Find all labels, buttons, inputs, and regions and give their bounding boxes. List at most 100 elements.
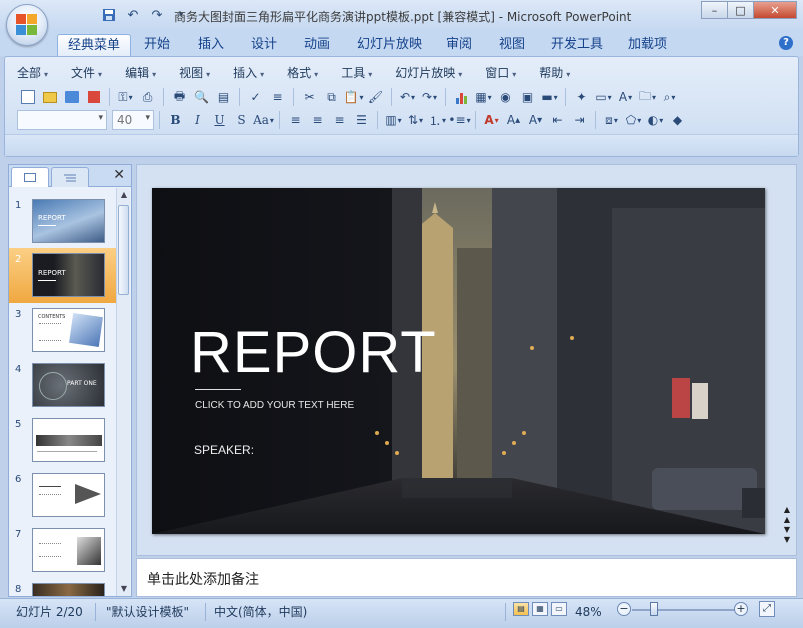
redo-icon[interactable]: ↷ (419, 87, 440, 107)
next-slide-icon[interactable]: ▼ ▼ (780, 525, 794, 545)
menu-view[interactable]: 视图 ▾ (179, 64, 210, 81)
columns-icon[interactable]: ▥ (383, 110, 404, 130)
slide-thumbnail[interactable]: 1 REPORT (9, 194, 117, 249)
maximize-button[interactable]: □ (727, 1, 754, 19)
shadow-icon[interactable]: S (231, 110, 252, 130)
align-right-icon[interactable]: ≡ (329, 110, 350, 130)
tab-animation[interactable]: 动画 (294, 34, 340, 56)
picture-icon[interactable]: ▣ (517, 87, 538, 107)
format-painter-icon[interactable]: 🖌 (365, 87, 386, 107)
justify-icon[interactable]: ☰ (351, 110, 372, 130)
tab-view[interactable]: 视图 (489, 34, 535, 56)
layout-icon[interactable]: ▭ (593, 87, 614, 107)
close-button[interactable]: ✕ (753, 1, 797, 19)
tab-insert[interactable]: 插入 (188, 34, 234, 56)
chart-icon[interactable] (451, 87, 472, 107)
tab-slides[interactable] (11, 167, 49, 187)
menu-file[interactable]: 文件 ▾ (71, 64, 102, 81)
increase-indent-icon[interactable]: ⇥ (569, 110, 590, 130)
scroll-thumb[interactable] (118, 205, 129, 295)
cut-icon[interactable]: ✂ (299, 87, 320, 107)
slide-thumbnail[interactable]: 8 (9, 578, 117, 596)
slide-canvas[interactable]: REPORT CLICK TO ADD YOUR TEXT HERE SPEAK… (152, 188, 765, 534)
fill-color-icon[interactable]: ▬ (539, 87, 560, 107)
arrange-icon[interactable]: ⧈ (601, 110, 622, 130)
slide-subtitle[interactable]: CLICK TO ADD YOUR TEXT HERE (195, 400, 354, 411)
paste-icon[interactable]: 📋 (343, 87, 364, 107)
tab-slideshow[interactable]: 幻灯片放映 (347, 34, 432, 56)
close-pane-icon[interactable]: ✕ (113, 167, 125, 183)
zoom-level[interactable]: 48% (575, 602, 602, 622)
slide-thumbnail[interactable]: 3 CONTENTS (9, 303, 117, 358)
zoom-out-icon[interactable]: − (617, 602, 631, 616)
slide-thumbnail[interactable]: 5 (9, 413, 117, 468)
underline-icon[interactable]: U (209, 110, 230, 130)
new-slide-icon[interactable]: ✦ (571, 87, 592, 107)
numbering-icon[interactable]: ⒈ (427, 110, 448, 130)
zoom-slider-handle[interactable] (649, 602, 658, 616)
font-color-icon[interactable]: A (481, 110, 502, 130)
change-case-icon[interactable]: Aa (253, 110, 274, 130)
permission-icon[interactable]: ⚿ (115, 87, 136, 107)
notes-pane[interactable]: 单击此处添加备注 (136, 558, 797, 597)
normal-view-icon[interactable]: ▤ (513, 602, 529, 616)
spelling-icon[interactable]: ✓ (245, 87, 266, 107)
italic-icon[interactable]: I (187, 110, 208, 130)
bold-icon[interactable]: B (165, 110, 186, 130)
open-icon[interactable] (39, 87, 60, 107)
thesaurus-icon[interactable]: ≡ (267, 87, 288, 107)
tab-home[interactable]: 开始 (134, 34, 180, 56)
text-direction-icon[interactable]: ⇅ (405, 110, 426, 130)
research-icon[interactable]: ▤ (213, 87, 234, 107)
preview-icon[interactable]: 🔍 (191, 87, 212, 107)
slide-thumbnail-selected[interactable]: 2 REPORT (9, 248, 117, 303)
folder-icon[interactable]: 🗀 (637, 87, 658, 107)
tab-developer[interactable]: 开发工具 (541, 34, 613, 56)
zoom-icon[interactable]: ⌕ (659, 87, 680, 107)
tab-addins[interactable]: 加载项 (618, 34, 677, 56)
scroll-up-icon[interactable]: ▲ (117, 188, 131, 202)
slide-thumbnail[interactable]: 4 PART ONE (9, 358, 117, 413)
print-icon[interactable]: 🖶 (169, 87, 190, 107)
help-icon[interactable]: ? (779, 36, 793, 50)
menu-slideshow[interactable]: 幻灯片放映 ▾ (395, 64, 462, 81)
align-center-icon[interactable]: ≡ (307, 110, 328, 130)
fit-to-window-icon[interactable]: ⤢ (759, 601, 775, 617)
copy-icon[interactable]: ⧉ (321, 87, 342, 107)
grow-font-icon[interactable]: A ▴ (503, 110, 524, 130)
scroll-down-icon[interactable]: ▼ (117, 582, 131, 596)
slide-title[interactable]: REPORT (190, 319, 437, 386)
slide-thumbnail[interactable]: 7 (9, 523, 117, 578)
tab-review[interactable]: 审阅 (436, 34, 482, 56)
menu-format[interactable]: 格式 ▾ (287, 64, 318, 81)
font-size-combo[interactable]: 40 (112, 110, 154, 130)
menu-edit[interactable]: 编辑 ▾ (125, 64, 156, 81)
menu-window[interactable]: 窗口 ▾ (485, 64, 516, 81)
shrink-font-icon[interactable]: A ▾ (525, 110, 546, 130)
thumbnails-scrollbar[interactable]: ▲ ▼ (116, 188, 130, 596)
previous-slide-icon[interactable]: ▲ ▲ (780, 505, 794, 525)
slideshow-view-icon[interactable]: ▭ (551, 602, 567, 616)
minimize-button[interactable]: – (701, 1, 728, 19)
save-icon[interactable] (100, 7, 118, 23)
office-button[interactable] (6, 4, 48, 46)
table-icon[interactable]: ▦ (473, 87, 494, 107)
font-name-combo[interactable] (17, 110, 107, 130)
tab-design[interactable]: 设计 (241, 34, 287, 56)
new-icon[interactable] (17, 87, 38, 107)
tab-classic-menu[interactable]: 经典菜单 (57, 34, 132, 56)
save-icon[interactable] (61, 87, 82, 107)
slide-speaker[interactable]: SPEAKER: (194, 443, 254, 457)
undo-icon[interactable]: ↶ (124, 7, 142, 23)
language-indicator[interactable]: 中文(简体，中国) (214, 602, 307, 622)
menu-all[interactable]: 全部 ▾ (17, 64, 48, 81)
menu-tools[interactable]: 工具 ▾ (341, 64, 372, 81)
redo-icon[interactable]: ↷ (148, 7, 166, 23)
slide-thumbnail[interactable]: 6 (9, 468, 117, 523)
print-preview-icon[interactable]: ⎙ (137, 87, 158, 107)
bullets-icon[interactable]: •≡ (448, 110, 470, 130)
shapes-icon[interactable]: ⬠ (623, 110, 644, 130)
zoom-in-icon[interactable]: + (734, 602, 748, 616)
zoom-slider[interactable] (632, 609, 736, 611)
clipart-icon[interactable]: ◉ (495, 87, 516, 107)
